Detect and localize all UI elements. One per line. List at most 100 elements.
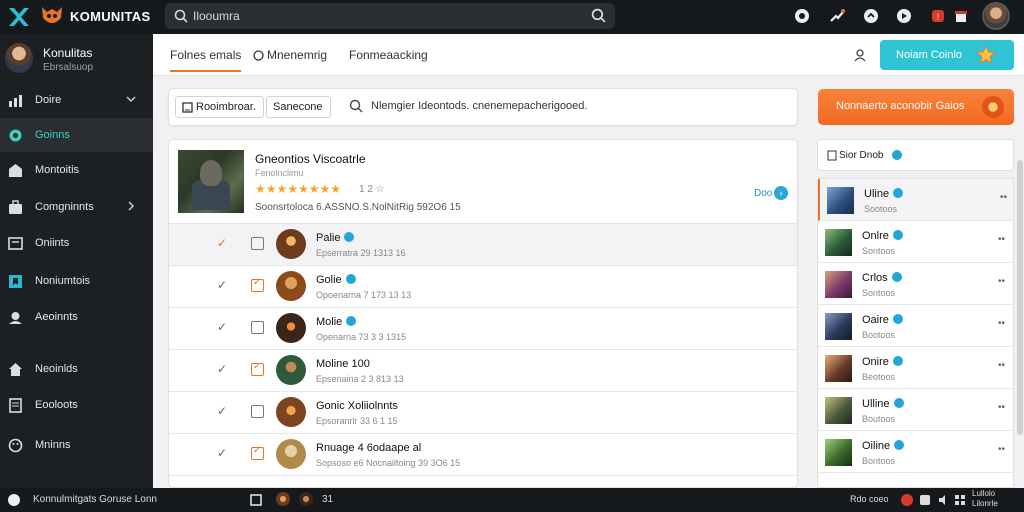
- item-name: Oiline: [862, 440, 905, 452]
- search-submit-icon[interactable]: [591, 8, 606, 23]
- user-avatar[interactable]: [982, 2, 1010, 30]
- document-icon: [9, 398, 22, 413]
- row-name: Gonic Xoliiolnnts: [316, 400, 398, 412]
- check-icon[interactable]: ✓: [217, 446, 227, 460]
- share-icon[interactable]: [828, 7, 846, 25]
- clock-line: Lullolo: [972, 489, 996, 498]
- edge-icon[interactable]: [919, 494, 931, 506]
- list-item[interactable]: ✓ Moline 100 Epsenaina 2 3 813 13: [169, 350, 797, 392]
- row-name: Molie: [316, 316, 357, 328]
- row-meta: Epsoranrlr 33 6 1 15: [316, 416, 398, 426]
- record-icon[interactable]: [901, 494, 913, 506]
- taskbar-avatar[interactable]: [299, 492, 313, 506]
- check-icon[interactable]: ✓: [217, 320, 227, 334]
- app-logo-icon[interactable]: [6, 4, 32, 30]
- more-icon[interactable]: ••: [1000, 192, 1007, 203]
- online-button-label: Noiam Coinlo: [896, 49, 963, 61]
- sidebar-item-noniumtois[interactable]: Noniumtois: [0, 264, 153, 298]
- featured-item[interactable]: Gneontios Viscoatrle Fenolnclimu ★★★★★★★…: [169, 140, 797, 224]
- more-icon[interactable]: ••: [998, 444, 1005, 455]
- scrollbar[interactable]: [1017, 160, 1023, 435]
- row-checkbox[interactable]: [251, 405, 264, 418]
- profile-card[interactable]: Konulitas Ebrsalsuop: [0, 34, 153, 84]
- notification-icon[interactable]: !: [929, 7, 947, 25]
- right-list-item[interactable]: Onlre Sontoos ••: [818, 221, 1013, 263]
- more-icon[interactable]: ••: [998, 234, 1005, 245]
- camera-icon[interactable]: [793, 7, 811, 25]
- check-icon[interactable]: ✓: [217, 362, 227, 376]
- item-status: Sontoos: [862, 288, 896, 298]
- list-item[interactable]: ✓ Golie Opoenarna 7 173 13 13: [169, 266, 797, 308]
- sidebar-item-goinns[interactable]: Goinns: [0, 118, 153, 152]
- clock[interactable]: Lullolo Lilonrle: [972, 489, 998, 509]
- item-name: Onire: [862, 356, 903, 368]
- right-list-item[interactable]: Crlos Sontoos ••: [818, 263, 1013, 305]
- right-panel-list: Uline Sootoos •• Onlre Sontoos •• Crlos …: [817, 178, 1014, 488]
- right-list-item[interactable]: Uline Sootoos ••: [818, 179, 1013, 221]
- sidebar-item-neoinlds[interactable]: Neoinlds: [0, 352, 153, 386]
- search-input[interactable]: Ilooumra: [193, 9, 240, 23]
- more-icon[interactable]: ••: [998, 276, 1005, 287]
- sidebar-item-mninns[interactable]: Mninns: [0, 428, 153, 462]
- sidebar-item-doire[interactable]: Doire: [0, 83, 153, 117]
- check-icon[interactable]: ✓: [217, 404, 227, 418]
- sidebar-item-eooloots[interactable]: Eooloots: [0, 388, 153, 422]
- list-item[interactable]: ✓ Rnuage 4 6odaape al Sopsoso e6 Nocnail…: [169, 434, 797, 476]
- row-checkbox[interactable]: [251, 277, 264, 292]
- row-checkbox[interactable]: [251, 445, 264, 460]
- tab-mnenemrig[interactable]: Mnenemrig: [267, 48, 327, 62]
- chat-icon[interactable]: [862, 7, 880, 25]
- row-checkbox[interactable]: [251, 321, 264, 334]
- online-button[interactable]: Noiam Coinlo: [880, 40, 1014, 70]
- taskbar-avatar[interactable]: [276, 492, 290, 506]
- window-icon[interactable]: [250, 494, 262, 506]
- row-checkbox[interactable]: [251, 237, 264, 250]
- check-icon[interactable]: ✓: [217, 236, 227, 250]
- more-icon[interactable]: ••: [998, 402, 1005, 413]
- item-status: Bontoos: [862, 456, 896, 466]
- verified-badge-icon: [891, 272, 902, 282]
- chart-icon: [9, 95, 22, 107]
- featured-link[interactable]: Doo: [754, 188, 772, 199]
- smile-icon: [8, 438, 23, 453]
- right-list-item[interactable]: Oiline Bontoos ••: [818, 431, 1013, 473]
- list-item[interactable]: ✓ Gonic Xoliiolnnts Epsoranrlr 33 6 1 15: [169, 392, 797, 434]
- row-meta: Sopsoso e6 Nocnailtoing 39 3O6 15: [316, 458, 461, 468]
- arrow-right-icon[interactable]: ›: [774, 186, 788, 200]
- filter-description: Nlemgier Ideontods. cnenemepacherigooed.: [371, 100, 588, 112]
- status-icon[interactable]: [8, 494, 20, 506]
- search-bar[interactable]: Ilooumra: [165, 3, 615, 29]
- row-checkbox[interactable]: [251, 361, 264, 376]
- sidebar-item-aeoinnts[interactable]: Aeoinnts: [0, 300, 153, 334]
- row-meta: Epsenaina 2 3 813 13: [316, 374, 404, 384]
- sidebar-item-label: Oniints: [35, 237, 70, 249]
- item-name: Uline: [864, 188, 904, 200]
- list-item[interactable]: ✓ Palie Epserratra 29 1313 16: [169, 224, 797, 266]
- row-meta: Openarna 73 3 3 1315: [316, 332, 407, 342]
- right-list-item[interactable]: Onire Beotoos ••: [818, 347, 1013, 389]
- row-avatar: [276, 397, 306, 427]
- sidebar-item-oniints[interactable]: Oniints: [0, 226, 153, 260]
- user-icon[interactable]: [853, 48, 867, 62]
- sidebar-item-comgninnts[interactable]: Comgninnts: [0, 190, 153, 224]
- check-icon[interactable]: ✓: [217, 278, 227, 292]
- filter-chip-sanecone[interactable]: Sanecone: [266, 96, 331, 118]
- right-list-item[interactable]: Oaire Bootoos ••: [818, 305, 1013, 347]
- info-icon[interactable]: [895, 7, 913, 25]
- more-icon[interactable]: ••: [998, 318, 1005, 329]
- right-panel-header[interactable]: Sior Dnob: [817, 139, 1014, 171]
- sidebar-item-montoitis[interactable]: Montoitis: [0, 153, 153, 187]
- featured-action-button[interactable]: Nonnaerto aconobir Gaios: [818, 89, 1014, 125]
- right-list-item[interactable]: Ulline Boutoos ••: [818, 389, 1013, 431]
- sidebar-item-label: Doire: [35, 94, 62, 106]
- verified-badge-icon: [894, 440, 905, 450]
- volume-icon[interactable]: [938, 494, 950, 506]
- filter-chip-rooimbroar[interactable]: Rooimbroar.: [175, 96, 264, 118]
- grid-icon[interactable]: [954, 494, 966, 506]
- list-item[interactable]: ✓ Molie Openarna 73 3 3 1315: [169, 308, 797, 350]
- tab-folnes-emals[interactable]: Folnes emals: [170, 48, 242, 72]
- item-thumbnail: [827, 187, 854, 214]
- tab-fonmeaacking[interactable]: Fonmeaacking: [349, 48, 428, 62]
- more-icon[interactable]: ••: [998, 360, 1005, 371]
- gift-icon[interactable]: [952, 7, 970, 25]
